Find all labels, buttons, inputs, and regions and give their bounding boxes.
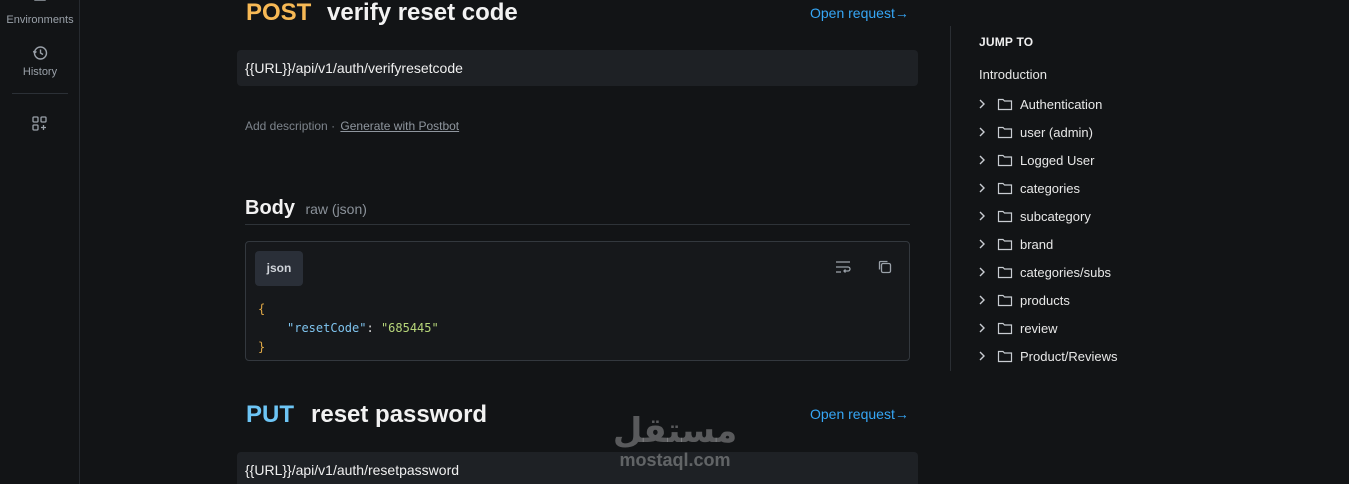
environments-nav[interactable]: Environments xyxy=(0,0,80,26)
json-code: { "resetCode": "685445" } xyxy=(258,300,439,357)
folder-icon xyxy=(997,210,1013,223)
request-title: reset password xyxy=(311,401,488,428)
request-title: verify reset code xyxy=(327,0,518,26)
apps-add-icon xyxy=(32,116,47,131)
chevron-right-icon xyxy=(979,351,985,361)
toc-item[interactable]: user (admin) xyxy=(975,122,1093,142)
folder-icon xyxy=(997,294,1013,307)
folder-icon xyxy=(997,266,1013,279)
folder-icon xyxy=(997,126,1013,139)
jump-to-title: JUMP TO xyxy=(979,35,1034,49)
copy-icon[interactable] xyxy=(876,258,894,276)
generate-postbot-link[interactable]: Generate with Postbot xyxy=(340,119,459,133)
toc-item-label: review xyxy=(1020,320,1058,336)
toc-item[interactable]: Product/Reviews xyxy=(975,346,1118,366)
rail-divider xyxy=(12,93,68,94)
history-label: History xyxy=(22,66,58,78)
folder-icon xyxy=(997,182,1013,195)
body-label: Body xyxy=(245,197,295,219)
toc-item-label: Logged User xyxy=(1020,152,1095,168)
watermark: مستقل mostaql.com xyxy=(605,412,745,470)
toc-item-label: brand xyxy=(1020,236,1054,252)
code-key: "resetCode" xyxy=(287,321,367,335)
add-description-link[interactable]: Add description xyxy=(245,119,328,133)
open-request-link[interactable]: Open request→ xyxy=(810,406,909,422)
toc-item[interactable]: subcategory xyxy=(975,206,1091,226)
code-colon: : xyxy=(366,321,381,335)
toc-item-label: Product/Reviews xyxy=(1020,348,1118,364)
body-heading: Body raw (json) xyxy=(245,197,910,225)
request-url: {{URL}}/api/v1/auth/verifyresetcode xyxy=(237,50,918,86)
toc-item-label: subcategory xyxy=(1020,208,1091,224)
request-method-put: PUT xyxy=(246,401,294,428)
toc-item[interactable]: categories/subs xyxy=(975,262,1111,282)
toc-item-label: user (admin) xyxy=(1020,124,1093,140)
folder-icon xyxy=(997,238,1013,251)
chevron-right-icon xyxy=(979,267,985,277)
code-block: json { "resetCode": "685445" } xyxy=(245,241,910,361)
request-method-post: POST xyxy=(246,0,312,26)
chevron-right-icon xyxy=(979,127,985,137)
toc-item[interactable]: Authentication xyxy=(975,94,1102,114)
folder-icon xyxy=(997,154,1013,167)
body-type: raw (json) xyxy=(305,201,367,217)
add-workbench-nav[interactable] xyxy=(0,115,80,137)
toc-item[interactable]: review xyxy=(975,318,1058,338)
left-rail: Environments History xyxy=(0,0,80,484)
jump-to-panel: JUMP TO Introduction Authentication user … xyxy=(950,26,1349,371)
folder-icon xyxy=(997,350,1013,363)
watermark-arabic: مستقل xyxy=(612,412,738,450)
folder-icon xyxy=(997,98,1013,111)
toc-item[interactable]: categories xyxy=(975,178,1080,198)
code-value: "685445" xyxy=(380,321,439,335)
code-open-brace: { xyxy=(258,302,266,316)
code-close-brace: } xyxy=(258,340,266,354)
chevron-right-icon xyxy=(979,211,985,221)
toc-item[interactable]: Logged User xyxy=(975,150,1094,170)
description-separator: · xyxy=(331,119,336,133)
toc-item[interactable]: products xyxy=(975,290,1070,310)
chevron-right-icon xyxy=(979,99,985,109)
language-tag[interactable]: json xyxy=(255,251,303,286)
chevron-right-icon xyxy=(979,155,985,165)
toc-item-label: categories xyxy=(1020,180,1080,196)
wrap-lines-icon[interactable] xyxy=(834,258,852,276)
toc-introduction[interactable]: Introduction xyxy=(979,67,1047,82)
chevron-right-icon xyxy=(979,295,985,305)
request-url: {{URL}}/api/v1/auth/resetpassword xyxy=(237,452,918,484)
toc-item-label: categories/subs xyxy=(1020,264,1112,280)
environments-icon xyxy=(34,0,46,1)
chevron-right-icon xyxy=(979,183,985,193)
description-row: Add description · Generate with Postbot xyxy=(245,119,459,133)
toc-item-label: Authentication xyxy=(1020,96,1103,112)
watermark-latin: mostaql.com xyxy=(619,450,731,470)
chevron-right-icon xyxy=(979,239,985,249)
chevron-right-icon xyxy=(979,323,985,333)
toc-item[interactable]: brand xyxy=(975,234,1053,254)
history-nav[interactable]: History xyxy=(0,44,80,78)
toc-item-label: products xyxy=(1020,292,1070,308)
open-request-link[interactable]: Open request→ xyxy=(810,5,909,21)
history-icon xyxy=(32,46,48,60)
folder-icon xyxy=(997,322,1013,335)
environments-label: Environments xyxy=(6,14,74,26)
